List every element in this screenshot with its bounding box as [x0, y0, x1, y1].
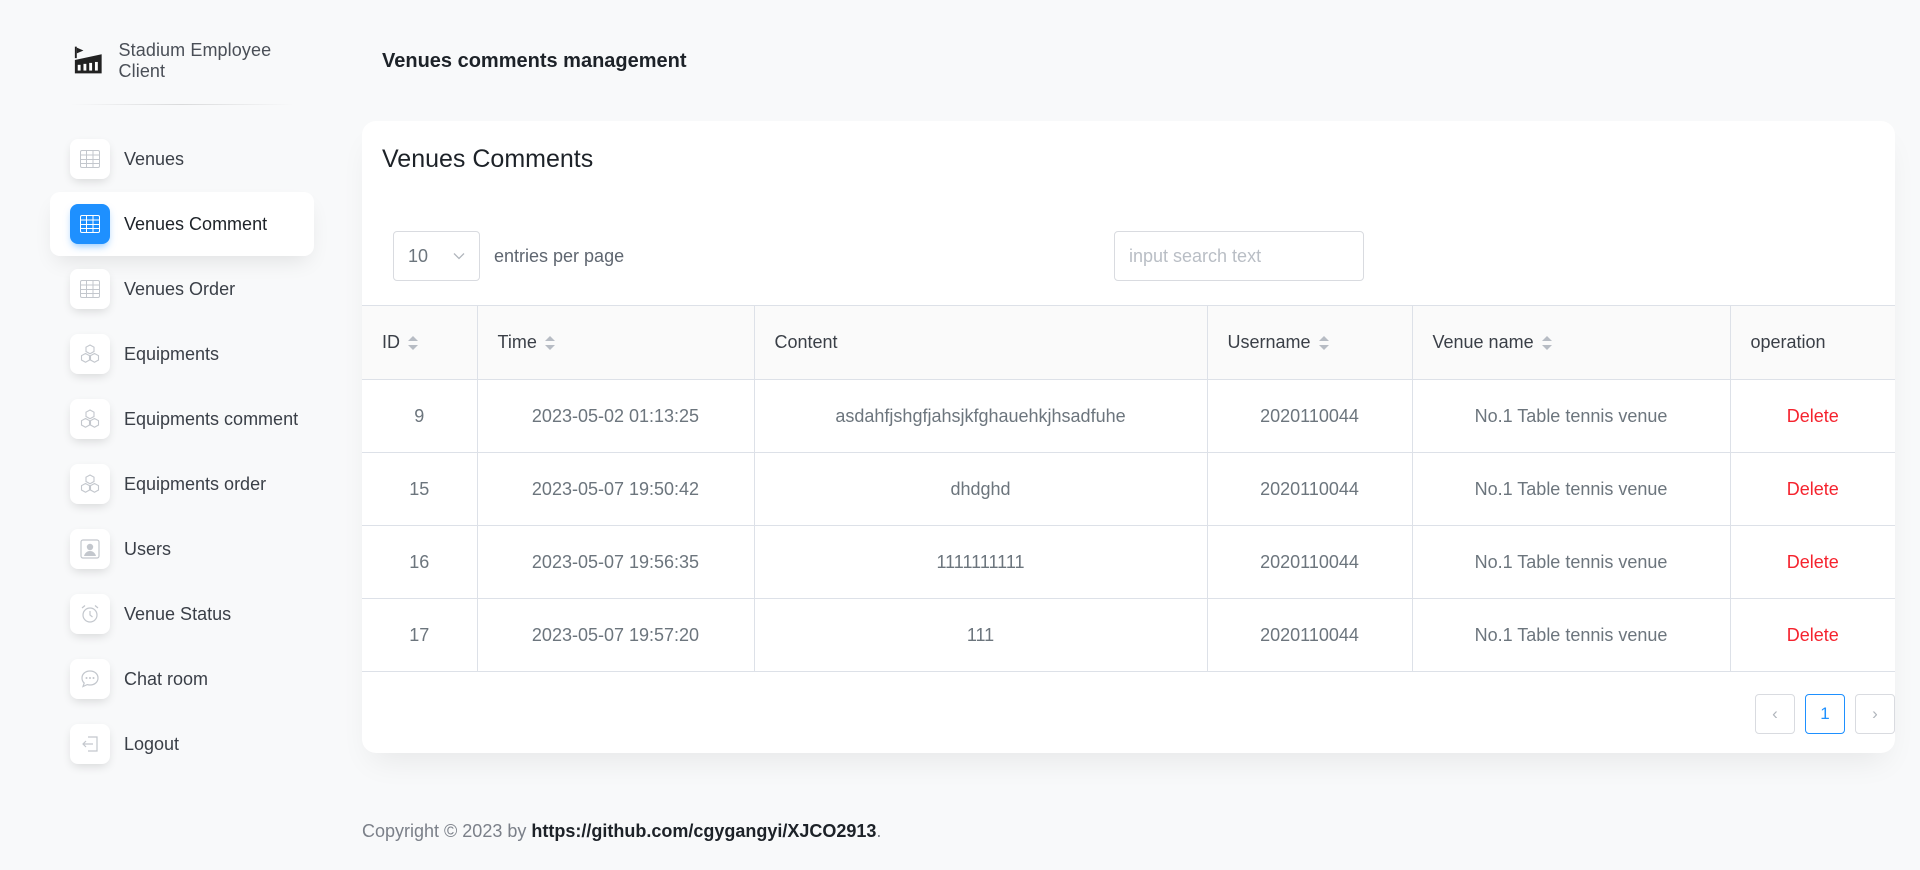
- table-row: 15 2023-05-07 19:50:42 dhdghd 2020110044…: [362, 452, 1895, 526]
- sort-icon[interactable]: [408, 335, 418, 351]
- sidebar-item-label: Equipments order: [124, 473, 267, 494]
- sort-icon[interactable]: [1541, 335, 1552, 351]
- comments-card: Venues Comments 10 entries per page ID T…: [362, 121, 1895, 753]
- cell-content: asdahfjshgfjahsjkfghauehkjhsadfuhe: [753, 379, 1208, 453]
- cell-operation: Delete: [1729, 452, 1895, 526]
- page-number-button[interactable]: 1: [1805, 694, 1845, 734]
- brand-name: Stadium Employee Client: [118, 40, 272, 81]
- footer: Copyright © 2023 by https://github.com/c…: [362, 821, 881, 842]
- sidebar-item-label: Chat room: [124, 668, 209, 689]
- user-card-icon: [70, 529, 110, 569]
- cell-venue-name: No.1 Table tennis venue: [1411, 379, 1731, 453]
- table-icon: [70, 204, 110, 244]
- cell-content: dhdghd: [753, 452, 1208, 526]
- sidebar: Stadium Employee Client Venues Venues Co…: [50, 30, 314, 777]
- cell-venue-name: No.1 Table tennis venue: [1411, 452, 1731, 526]
- delete-button[interactable]: Delete: [1787, 479, 1839, 499]
- cell-time: 2023-05-07 19:50:42: [476, 452, 755, 526]
- next-page-button[interactable]: ›: [1855, 694, 1895, 734]
- column-header-content: Content: [753, 305, 1208, 380]
- cell-username: 2020110044: [1206, 452, 1413, 526]
- sidebar-item-equipments-comment[interactable]: Equipments comment: [50, 387, 314, 451]
- entries-value: 10: [408, 245, 429, 266]
- pagination: ‹ 1 ›: [1745, 694, 1895, 734]
- cell-venue-name: No.1 Table tennis venue: [1411, 598, 1731, 672]
- sidebar-item-label: Venues Order: [124, 278, 236, 299]
- cell-id: 9: [362, 379, 478, 453]
- cell-time: 2023-05-07 19:56:35: [476, 525, 755, 599]
- sidebar-item-label: Users: [124, 538, 172, 559]
- table-row: 17 2023-05-07 19:57:20 111 2020110044 No…: [362, 598, 1895, 672]
- sidebar-nav: Venues Venues Comment Venues Order Equip…: [50, 127, 314, 776]
- cell-time: 2023-05-07 19:57:20: [476, 598, 755, 672]
- cubes-icon: [70, 399, 110, 439]
- cell-content: 111: [753, 598, 1208, 672]
- sidebar-item-label: Equipments comment: [124, 408, 299, 429]
- table-icon: [70, 139, 110, 179]
- cell-time: 2023-05-02 01:13:25: [476, 379, 755, 453]
- page-title: Venues comments management: [382, 50, 687, 72]
- alarm-clock-icon: [70, 594, 110, 634]
- search-input[interactable]: [1129, 245, 1361, 267]
- cell-username: 2020110044: [1206, 379, 1413, 453]
- card-title: Venues Comments: [382, 145, 594, 173]
- sidebar-item-chat-room[interactable]: Chat room: [50, 647, 314, 711]
- footer-period: .: [876, 821, 882, 841]
- delete-button[interactable]: Delete: [1787, 625, 1839, 645]
- cell-username: 2020110044: [1206, 525, 1413, 599]
- comments-table: ID Time Content Username Venue name oper…: [362, 305, 1895, 672]
- prev-page-button[interactable]: ‹: [1755, 694, 1795, 734]
- sort-icon[interactable]: [1318, 335, 1329, 351]
- sidebar-item-venues-order[interactable]: Venues Order: [50, 257, 314, 321]
- column-header-username[interactable]: Username: [1206, 305, 1413, 380]
- chevron-down-icon: [453, 253, 465, 260]
- sidebar-item-venues-comment[interactable]: Venues Comment: [50, 192, 314, 256]
- sidebar-item-label: Equipments: [124, 343, 220, 364]
- footer-copyright: Copyright © 2023 by: [362, 821, 532, 841]
- cell-id: 16: [362, 525, 478, 599]
- sidebar-item-label: Venues: [124, 148, 185, 169]
- sidebar-item-equipments-order[interactable]: Equipments order: [50, 452, 314, 516]
- table-row: 9 2023-05-02 01:13:25 asdahfjshgfjahsjkf…: [362, 379, 1895, 453]
- cell-venue-name: No.1 Table tennis venue: [1411, 525, 1731, 599]
- sidebar-item-logout[interactable]: Logout: [50, 712, 314, 776]
- footer-github-link[interactable]: https://github.com/cgygangyi/XJCO2913: [531, 821, 876, 841]
- cell-content: 1111111111: [753, 525, 1208, 599]
- brand[interactable]: Stadium Employee Client: [50, 30, 314, 92]
- cubes-icon: [70, 464, 110, 504]
- sidebar-item-equipments[interactable]: Equipments: [50, 322, 314, 386]
- sidebar-item-users[interactable]: Users: [50, 517, 314, 581]
- chat-bubble-icon: [70, 659, 110, 699]
- cell-id: 15: [362, 452, 478, 526]
- table-row: 16 2023-05-07 19:56:35 1111111111 202011…: [362, 525, 1895, 599]
- column-header-time[interactable]: Time: [476, 305, 755, 380]
- sort-icon[interactable]: [544, 335, 555, 351]
- entries-select[interactable]: 10: [393, 231, 480, 281]
- sidebar-item-label: Venue Status: [124, 603, 232, 624]
- column-header-id[interactable]: ID: [362, 305, 478, 380]
- cell-operation: Delete: [1729, 525, 1895, 599]
- entries-label: entries per page: [494, 245, 625, 266]
- delete-button[interactable]: Delete: [1787, 552, 1839, 572]
- column-header-operation: operation: [1729, 305, 1895, 380]
- sidebar-item-venue-status[interactable]: Venue Status: [50, 582, 314, 646]
- column-header-venue-name[interactable]: Venue name: [1411, 305, 1731, 380]
- stadium-logo-icon: [74, 46, 102, 74]
- table-icon: [70, 269, 110, 309]
- table-header-row: ID Time Content Username Venue name oper…: [362, 305, 1895, 380]
- search-box[interactable]: [1114, 231, 1364, 281]
- cell-operation: Delete: [1729, 379, 1895, 453]
- entries-per-page: 10 entries per page: [393, 231, 624, 281]
- cell-operation: Delete: [1729, 598, 1895, 672]
- sidebar-divider: [70, 104, 294, 105]
- cubes-icon: [70, 334, 110, 374]
- logout-icon: [70, 724, 110, 764]
- cell-id: 17: [362, 598, 478, 672]
- sidebar-item-venues[interactable]: Venues: [50, 127, 314, 191]
- delete-button[interactable]: Delete: [1787, 406, 1839, 426]
- cell-username: 2020110044: [1206, 598, 1413, 672]
- sidebar-item-label: Logout: [124, 733, 180, 754]
- sidebar-item-label: Venues Comment: [124, 213, 268, 234]
